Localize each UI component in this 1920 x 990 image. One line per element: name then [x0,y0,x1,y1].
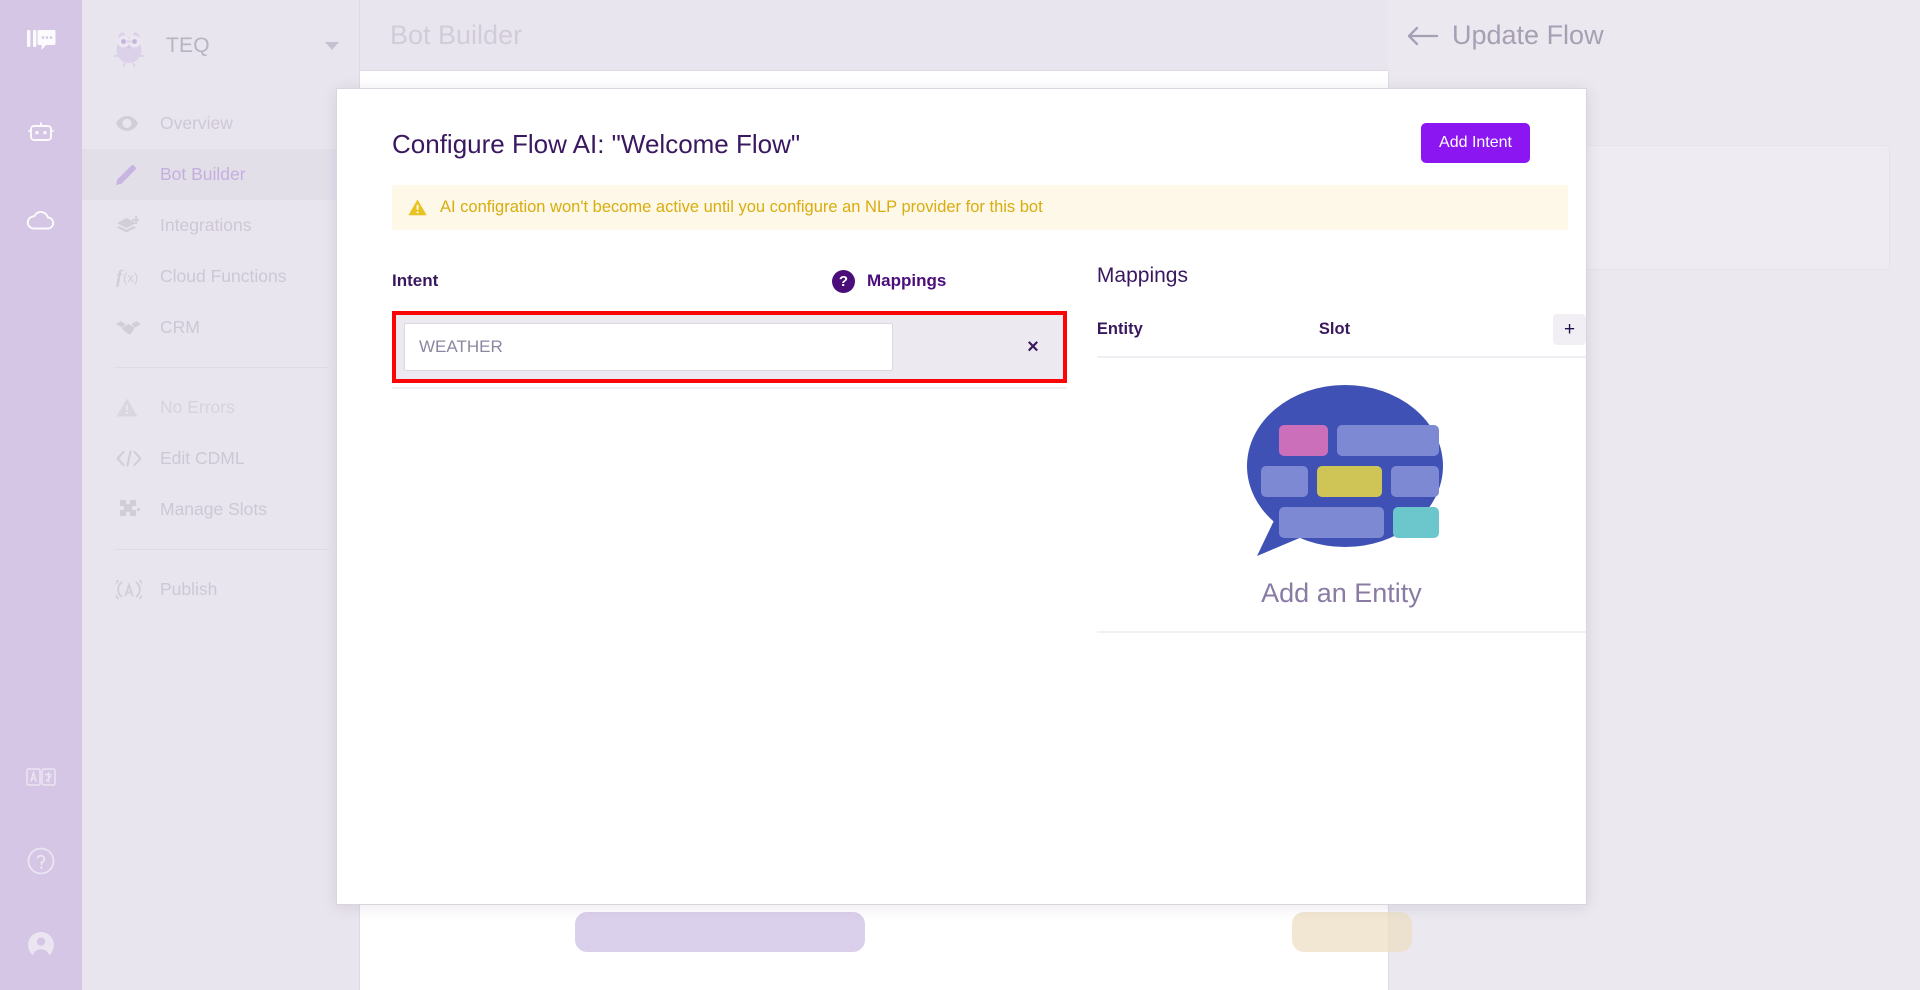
sidebar-item-label: Bot Builder [160,164,246,184]
help-circle-icon[interactable] [18,838,64,884]
mappings-empty-state[interactable]: Add an Entity [1096,358,1586,633]
sidebar-item-overview[interactable]: Overview [82,98,359,149]
add-entity-label: Add an Entity [1261,578,1422,608]
modal-header: Configure Flow AI: "Welcome Flow" Add In… [337,89,1586,163]
sidebar-item-cloud-functions[interactable]: f (x) Cloud Functions [82,251,359,302]
rail-bottom-group [18,716,64,990]
add-intent-button[interactable]: Add Intent [1421,123,1530,163]
sidebar-item-label: Integrations [160,215,252,235]
sidebar: TEQ Overview Bot Builder Integrations f … [82,0,360,990]
speech-bubble-illustration [1239,384,1444,564]
app-root: TEQ Overview Bot Builder Integrations f … [0,0,1920,990]
warning-triangle-icon [408,199,427,216]
panel-title: Update Flow [1452,20,1604,50]
sidebar-divider-1 [114,367,329,368]
svg-text:(x): (x) [123,270,138,285]
sidebar-nav: Overview Bot Builder Integrations f (x) … [82,98,359,615]
intent-column-header: Intent ? Mappings [392,264,1067,298]
slot-column-header: Slot [1318,320,1351,338]
translate-icon[interactable] [18,754,64,800]
intent-row: × [392,311,1067,383]
function-icon: f (x) [116,266,150,287]
modal-title-wrap: Configure Flow AI: "Welcome Flow" [355,123,800,160]
configure-flow-ai-modal: Configure Flow AI: "Welcome Flow" Add In… [336,88,1587,905]
sidebar-item-label: CRM [160,317,200,337]
sidebar-item-label: No Errors [160,397,235,417]
sidebar-item-no-errors[interactable]: No Errors [82,382,359,433]
nlp-warning-banner: AI configration won't become active unti… [392,185,1568,230]
code-brackets-icon [116,450,150,467]
sidebar-item-label: Manage Slots [160,499,268,519]
mappings-column: Mappings Entity Slot + Add an Entity [1096,264,1586,633]
brand-name: TEQ [166,34,210,57]
broadcast-icon [116,580,150,599]
sidebar-item-manage-slots[interactable]: Manage Slots [82,484,359,535]
warning-text: AI configration won't become active unti… [440,198,1043,216]
question-mark-icon[interactable]: ? [832,269,855,293]
sidebar-item-integrations[interactable]: Integrations [82,200,359,251]
modal-title: Configure Flow AI: "Welcome Flow" [392,129,801,159]
topbar-right: Update Flow [1388,0,1920,71]
sidebar-item-label: Cloud Functions [160,266,287,286]
flow-node-purple [575,912,865,952]
sidebar-item-bot-builder[interactable]: Bot Builder [82,149,359,200]
delete-intent-button[interactable]: × [1011,325,1055,369]
mappings-table-header: Entity Slot + [1096,314,1586,358]
icon-rail [0,0,82,990]
handshake-icon [116,320,150,335]
sidebar-divider-2 [114,549,329,550]
pencil-icon [116,164,150,185]
chat-panel-icon[interactable] [18,18,64,64]
eye-icon [116,116,150,131]
add-mapping-button[interactable]: + [1553,314,1586,345]
owl-logo-icon [106,23,152,69]
user-account-icon[interactable] [18,922,64,968]
sidebar-item-label: Publish [160,579,218,599]
entity-column-header: Entity [1096,320,1143,338]
intent-list-divider [392,387,1067,389]
robot-icon[interactable] [18,110,64,156]
mappings-header-label: Mappings [867,271,947,290]
page-title: Bot Builder [390,19,523,50]
sidebar-item-publish[interactable]: Publish [82,564,359,615]
intent-column: Intent ? Mappings × [392,264,1067,633]
topbar-left: Bot Builder [360,0,1388,71]
arrow-left-icon[interactable] [1400,26,1446,46]
puzzle-piece-icon [116,499,150,520]
brand-selector[interactable]: TEQ [82,0,359,92]
mappings-panel-title: Mappings [1096,264,1188,287]
intent-header-label: Intent [392,271,439,290]
cloud-icon[interactable] [18,198,64,244]
sidebar-item-label: Edit CDML [160,448,245,468]
layers-plus-icon [116,215,150,236]
chevron-down-icon[interactable] [325,42,339,50]
sidebar-item-edit-cdml[interactable]: Edit CDML [82,433,359,484]
flow-node-amber [1292,912,1412,952]
modal-body: Intent ? Mappings × Mappings Entity Slot [337,264,1586,633]
intent-name-input[interactable] [404,323,893,371]
sidebar-item-crm[interactable]: CRM [82,302,359,353]
warning-triangle-icon [116,398,150,417]
sidebar-item-label: Overview [160,113,233,133]
